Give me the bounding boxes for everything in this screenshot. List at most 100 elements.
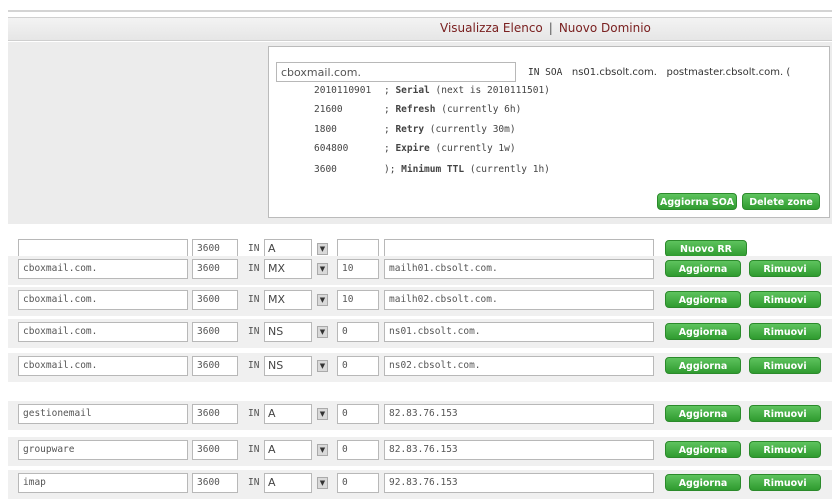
record-ttl-input[interactable]: 3600: [192, 259, 238, 279]
soa-comment-prefix: ;: [384, 143, 396, 154]
soa-line: 3600); Minimum TTL (currently 1h): [314, 164, 550, 175]
record-ttl-input[interactable]: 3600: [192, 404, 238, 424]
record-data-input[interactable]: 82.83.76.153: [384, 404, 654, 424]
soa-field-name: Expire: [395, 143, 430, 154]
soa-line: 21600; Refresh (currently 6h): [314, 104, 521, 115]
remove-record-button[interactable]: Rimuovi: [749, 405, 821, 422]
record-ttl-input[interactable]: 3600: [192, 440, 238, 460]
record-class: IN: [248, 294, 260, 305]
soa-comment-prefix: ;: [384, 104, 396, 115]
soa-line: 604800; Expire (currently 1w): [314, 143, 516, 154]
record-priority-input[interactable]: 0: [337, 356, 379, 376]
update-record-button[interactable]: Aggiorna: [665, 441, 741, 458]
remove-record-button[interactable]: Rimuovi: [749, 291, 821, 308]
soa-comment: (next is 2010111501): [429, 85, 550, 96]
remove-record-button[interactable]: Rimuovi: [749, 323, 821, 340]
record-data-input[interactable]: 92.83.76.153: [384, 473, 654, 493]
record-ttl-input[interactable]: 3600: [192, 473, 238, 493]
record-class: IN: [248, 360, 260, 371]
record-type-arrow-icon[interactable]: ▼: [317, 326, 328, 338]
update-record-button[interactable]: Aggiorna: [665, 474, 741, 491]
record-name-input[interactable]: gestionemail: [18, 404, 188, 424]
record-type-arrow-icon[interactable]: ▼: [317, 408, 328, 420]
record-type-select[interactable]: MX: [264, 259, 312, 279]
remove-record-button[interactable]: Rimuovi: [749, 474, 821, 491]
soa-comment-prefix: );: [384, 164, 402, 175]
record-priority-input[interactable]: 10: [337, 259, 379, 279]
soa-comment: (currently 1w): [429, 143, 516, 154]
soa-value: 3600: [314, 164, 337, 175]
record-priority-input[interactable]: 10: [337, 290, 379, 310]
update-record-button[interactable]: Aggiorna: [665, 405, 741, 422]
record-type-select[interactable]: A: [264, 473, 312, 493]
record-class: IN: [248, 408, 260, 419]
new-rr-class: IN: [248, 243, 260, 254]
update-soa-button[interactable]: Aggiorna SOA: [657, 193, 737, 210]
record-name-input[interactable]: cboxmail.com.: [18, 290, 188, 310]
soa-value: 2010110901: [314, 85, 372, 96]
update-record-button[interactable]: Aggiorna: [665, 323, 741, 340]
soa-line: 2010110901; Serial (next is 2010111501): [314, 85, 550, 96]
new-domain-link[interactable]: Nuovo Dominio: [559, 21, 651, 35]
record-data-input[interactable]: ns01.cbsolt.com.: [384, 322, 654, 342]
new-rr-button[interactable]: Nuovo RR: [665, 240, 747, 257]
soa-primary-ns: ns01.cbsolt.com.: [571, 67, 657, 78]
record-type-arrow-icon[interactable]: ▼: [317, 263, 328, 275]
record-ttl-input[interactable]: 3600: [192, 356, 238, 376]
record-priority-input[interactable]: 0: [337, 473, 379, 493]
new-rr-type-arrow-icon[interactable]: ▼: [317, 243, 328, 255]
soa-value: 1800: [314, 124, 337, 135]
soa-field-name: Serial: [395, 85, 430, 96]
remove-record-button[interactable]: Rimuovi: [749, 441, 821, 458]
record-type-select[interactable]: A: [264, 440, 312, 460]
record-type-select[interactable]: A: [264, 404, 312, 424]
remove-record-button[interactable]: Rimuovi: [749, 260, 821, 277]
record-type-select[interactable]: NS: [264, 322, 312, 342]
record-data-input[interactable]: mailh02.cbsolt.com.: [384, 290, 654, 310]
nav-links: Visualizza Elenco | Nuovo Dominio: [440, 21, 651, 35]
record-priority-input[interactable]: 0: [337, 440, 379, 460]
remove-record-button[interactable]: Rimuovi: [749, 357, 821, 374]
soa-domain-field[interactable]: cboxmail.com.: [276, 62, 516, 82]
record-ttl-input[interactable]: 3600: [192, 290, 238, 310]
delete-zone-button[interactable]: Delete zone: [742, 193, 820, 210]
record-class: IN: [248, 444, 260, 455]
record-name-input[interactable]: cboxmail.com.: [18, 322, 188, 342]
soa-comment: (currently 6h): [435, 104, 522, 115]
record-name-input[interactable]: imap: [18, 473, 188, 493]
record-type-select[interactable]: MX: [264, 290, 312, 310]
soa-comment-prefix: ;: [384, 85, 396, 96]
nav-separator: |: [548, 21, 553, 35]
record-type-select[interactable]: NS: [264, 356, 312, 376]
record-type-arrow-icon[interactable]: ▼: [317, 360, 328, 372]
soa-value: 21600: [314, 104, 343, 115]
record-class: IN: [248, 326, 260, 337]
top-divider: [8, 10, 832, 12]
record-priority-input[interactable]: 0: [337, 404, 379, 424]
soa-value: 604800: [314, 143, 349, 154]
record-data-input[interactable]: 82.83.76.153: [384, 440, 654, 460]
record-type-arrow-icon[interactable]: ▼: [317, 444, 328, 456]
record-data-input[interactable]: ns02.cbsolt.com.: [384, 356, 654, 376]
soa-comment: (currently 30m): [424, 124, 516, 135]
record-type-arrow-icon[interactable]: ▼: [317, 477, 328, 489]
soa-comment: (currently 1h): [464, 164, 550, 175]
update-record-button[interactable]: Aggiorna: [665, 291, 741, 308]
soa-field-name: Minimum TTL: [401, 164, 465, 175]
record-type-arrow-icon[interactable]: ▼: [317, 294, 328, 306]
record-name-input[interactable]: cboxmail.com.: [18, 259, 188, 279]
soa-in-soa: IN SOA: [528, 67, 563, 78]
record-priority-input[interactable]: 0: [337, 322, 379, 342]
record-class: IN: [248, 263, 260, 274]
soa-line: 1800; Retry (currently 30m): [314, 124, 516, 135]
view-list-link[interactable]: Visualizza Elenco: [440, 21, 543, 35]
soa-header: IN SOA ns01.cbsolt.com. postmaster.cbsol…: [528, 67, 790, 78]
update-record-button[interactable]: Aggiorna: [665, 260, 741, 277]
record-class: IN: [248, 477, 260, 488]
record-ttl-input[interactable]: 3600: [192, 322, 238, 342]
record-data-input[interactable]: mailh01.cbsolt.com.: [384, 259, 654, 279]
update-record-button[interactable]: Aggiorna: [665, 357, 741, 374]
record-name-input[interactable]: groupware: [18, 440, 188, 460]
soa-comment-prefix: ;: [384, 124, 396, 135]
record-name-input[interactable]: cboxmail.com.: [18, 356, 188, 376]
